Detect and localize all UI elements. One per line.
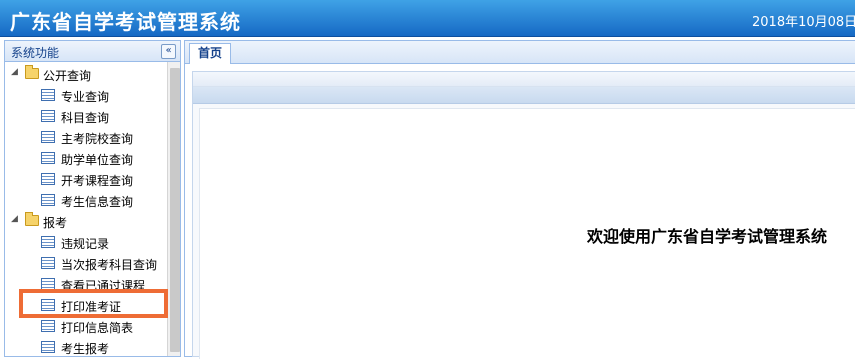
- tree-item-print-info-sheet[interactable]: 打印信息简表: [5, 316, 163, 336]
- tree-item-label: 当次报考科目查询: [61, 258, 158, 272]
- tree-item-label: 科目查询: [61, 111, 110, 125]
- tree-item-label: 考生报考: [61, 342, 110, 356]
- tree-item-label: 开考课程查询: [61, 174, 134, 188]
- tree-group-public-query[interactable]: ◢ 公开查询: [5, 64, 163, 84]
- expand-arrow-icon[interactable]: ◢: [11, 67, 18, 77]
- tree-item-label: 主考院校查询: [61, 132, 134, 146]
- sidebar-header: 系统功能 «: [5, 41, 180, 62]
- document-icon: [41, 320, 55, 332]
- tree-item-course-query[interactable]: 开考课程查询: [5, 169, 163, 189]
- panel-header-band: [193, 72, 855, 87]
- document-icon: [41, 194, 55, 206]
- tree-group-label: 报考: [43, 216, 68, 230]
- app-header: 广东省自学考试管理系统 2018年10月08日: [0, 0, 855, 37]
- sidebar-title: 系统功能: [11, 46, 60, 60]
- document-icon: [41, 131, 55, 143]
- tree-item-major-query[interactable]: 专业查询: [5, 85, 163, 105]
- tree-item-candidate-query[interactable]: 考生信息查询: [5, 190, 163, 210]
- tab-strip: 首页: [185, 41, 855, 64]
- tree-item-candidate-registration[interactable]: 考生报考: [5, 337, 163, 356]
- tree-item-subject-query[interactable]: 科目查询: [5, 106, 163, 126]
- app-title: 广东省自学考试管理系统: [10, 10, 241, 34]
- home-panel: 欢迎使用广东省自学考试管理系统: [192, 71, 855, 359]
- collapse-icon[interactable]: «: [161, 44, 176, 59]
- expand-arrow-icon[interactable]: ◢: [11, 214, 18, 224]
- header-date: 2018年10月08日: [752, 15, 855, 30]
- tree-group-registration[interactable]: ◢ 报考: [5, 211, 163, 231]
- tree-item-label: 考生信息查询: [61, 195, 134, 209]
- tree-item-violation-records[interactable]: 违规记录: [5, 232, 163, 252]
- welcome-message: 欢迎使用广东省自学考试管理系统: [587, 227, 828, 246]
- scrollbar-thumb[interactable]: [170, 68, 180, 352]
- document-icon: [41, 257, 55, 269]
- tree-item-label: 违规记录: [61, 237, 110, 251]
- document-icon: [41, 152, 55, 164]
- document-icon: [41, 341, 55, 353]
- tree-item-tutoring-unit-query[interactable]: 助学单位查询: [5, 148, 163, 168]
- document-icon: [41, 173, 55, 185]
- sidebar-scrollbar[interactable]: [167, 62, 180, 356]
- highlight-annotation: [19, 289, 168, 318]
- tree-item-label: 助学单位查询: [61, 153, 134, 167]
- folder-icon: [25, 212, 39, 226]
- tree-item-label: 专业查询: [61, 90, 110, 104]
- tab-home[interactable]: 首页: [189, 43, 231, 64]
- welcome-area: 欢迎使用广东省自学考试管理系统: [199, 108, 855, 359]
- tree-group-label: 公开查询: [43, 69, 92, 83]
- tree-item-current-subjects-query[interactable]: 当次报考科目查询: [5, 253, 163, 273]
- document-icon: [41, 110, 55, 122]
- document-icon: [41, 89, 55, 101]
- folder-icon: [25, 65, 39, 79]
- panel-toolbar-band: [193, 87, 855, 104]
- tree-item-institution-query[interactable]: 主考院校查询: [5, 127, 163, 147]
- tree-item-label: 打印信息简表: [61, 321, 134, 335]
- document-icon: [41, 236, 55, 248]
